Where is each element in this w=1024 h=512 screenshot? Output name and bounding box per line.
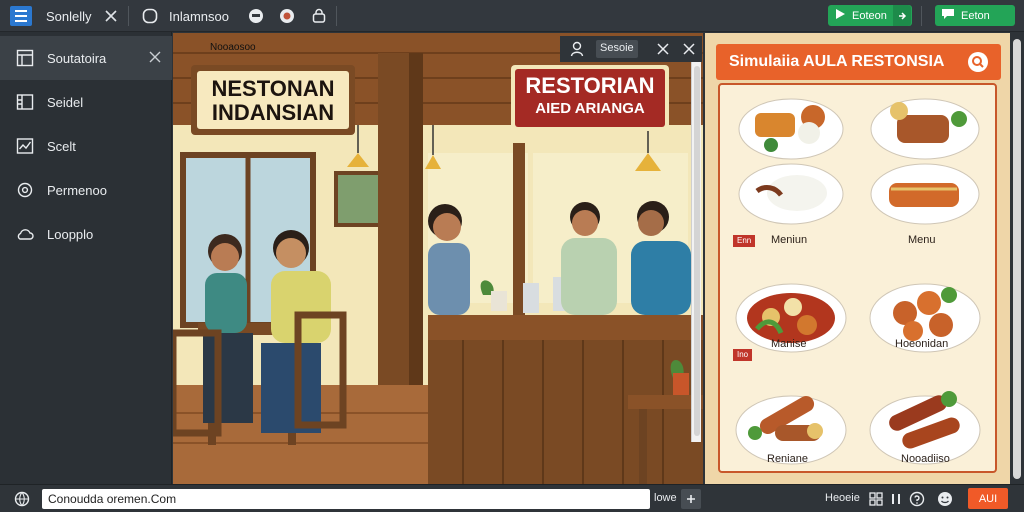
close-icon[interactable] [104, 9, 118, 26]
scrollbar-thumb[interactable] [1013, 39, 1021, 479]
address-value: Conoudda oremen.Com [48, 492, 177, 506]
sidebar-item-label: Permenoo [47, 182, 107, 198]
chat-button[interactable]: Eeton [935, 5, 1015, 26]
record-icon[interactable] [279, 8, 295, 29]
menu-badge: Enn [733, 235, 756, 247]
scene-toolbar: Sesoie [560, 36, 702, 62]
plus-icon [687, 495, 695, 503]
divider [128, 6, 129, 26]
emoji-icon[interactable] [937, 491, 953, 512]
dish-label: Hoeonidan [895, 338, 949, 350]
tab-inlamnsoo[interactable]: Inlamnsoo [132, 0, 242, 32]
sidebar-item-label: Scelt [47, 138, 76, 154]
menu-panel: Simulaiia AULA RESTONSIA Enn Meniun Menu… [705, 33, 1010, 484]
grid-icon[interactable] [868, 491, 884, 512]
primary-action-button[interactable]: Eoteon [828, 5, 912, 26]
document-icon [10, 6, 32, 26]
status-text: Heoeie [825, 492, 860, 504]
sidebar-item-label: Seidel [47, 94, 84, 110]
divider [921, 6, 922, 26]
sidebar-item-label: Loopplo [47, 226, 94, 242]
emoji-icon[interactable] [248, 8, 264, 29]
dish-label: Menu [908, 234, 936, 246]
chat-button-label: Eeton [961, 9, 990, 22]
columns-icon [16, 93, 34, 111]
chevron-icon [892, 5, 911, 26]
settings-icon [16, 181, 34, 199]
tab-sonlelly[interactable]: Sonlelly [0, 0, 128, 32]
sidebar-item-seidel[interactable]: Seidel [0, 80, 172, 124]
sidebar-item-permenoo[interactable]: Permenoo [0, 168, 172, 212]
grid-icon [16, 49, 34, 67]
user-icon[interactable] [570, 41, 586, 60]
scene-scrollbar[interactable] [691, 62, 701, 442]
sidebar-item-loopplo[interactable]: Loopplo [0, 212, 172, 256]
submit-button-label: AUI [978, 492, 998, 505]
dish-label: Reniane [767, 453, 808, 465]
sidebar-item-scelt[interactable]: Scelt [0, 124, 172, 168]
sidebar-item-soutatoira[interactable]: Soutatoira [0, 36, 172, 80]
close-icon[interactable] [682, 42, 696, 59]
dish-label: Nooadiiso [901, 453, 950, 465]
close-icon[interactable] [148, 50, 162, 64]
chart-icon [16, 137, 34, 155]
lock-icon[interactable] [311, 8, 327, 29]
tab-label: Sonlelly [46, 8, 92, 24]
address-input[interactable]: Conoudda oremen.Com [42, 489, 650, 509]
dish-label: Meniun [771, 234, 808, 246]
panel-scrollbar[interactable] [1010, 33, 1024, 484]
play-icon [834, 8, 846, 23]
sign-left-line2: INDANSIAN [211, 100, 335, 125]
primary-action-label: Eoteon [852, 9, 887, 22]
status-text: lowe [654, 492, 677, 504]
sign-right: RESTORIAN AIED ARIANGA [515, 73, 665, 119]
scrollbar-thumb[interactable] [694, 66, 700, 436]
divider [336, 6, 337, 26]
menu-badge: Ino [733, 349, 753, 361]
sign-right-line1: RESTORIAN [525, 73, 655, 98]
scene-caption: Nooaosoo [210, 42, 256, 53]
restaurant-illustration: Nooaosoo NESTONAN INDANSIAN RESTORIAN AI… [173, 33, 703, 484]
scene-label[interactable]: Sesoie [596, 40, 638, 58]
sign-left-line1: NESTONAN [211, 76, 335, 101]
help-icon[interactable] [909, 491, 925, 512]
close-icon[interactable] [656, 42, 670, 59]
submit-button[interactable]: AUI [968, 488, 1008, 509]
sign-right-line2: AIED ARIANGA [535, 100, 645, 117]
globe-icon[interactable] [14, 491, 30, 512]
sidebar-item-label: Soutatoira [47, 50, 107, 66]
cloud-icon [16, 225, 34, 243]
circle-icon [142, 8, 158, 27]
top-bar: Sonlelly Inlamnsoo Eoteon Eeton [0, 0, 1024, 32]
add-button[interactable] [681, 489, 701, 509]
dish-label: Manise [771, 338, 807, 350]
sidebar: Soutatoira Seidel Scelt Permenoo Loopplo [0, 32, 172, 484]
pause-icon[interactable] [889, 491, 903, 512]
bottom-bar: Conoudda oremen.Com lowe Heoeie AUI [0, 484, 1024, 512]
sign-left: NESTONAN INDANSIAN [197, 77, 349, 125]
menu-dishes [735, 98, 981, 465]
chat-icon [941, 8, 955, 23]
tab-label: Inlamnsoo [169, 8, 229, 24]
